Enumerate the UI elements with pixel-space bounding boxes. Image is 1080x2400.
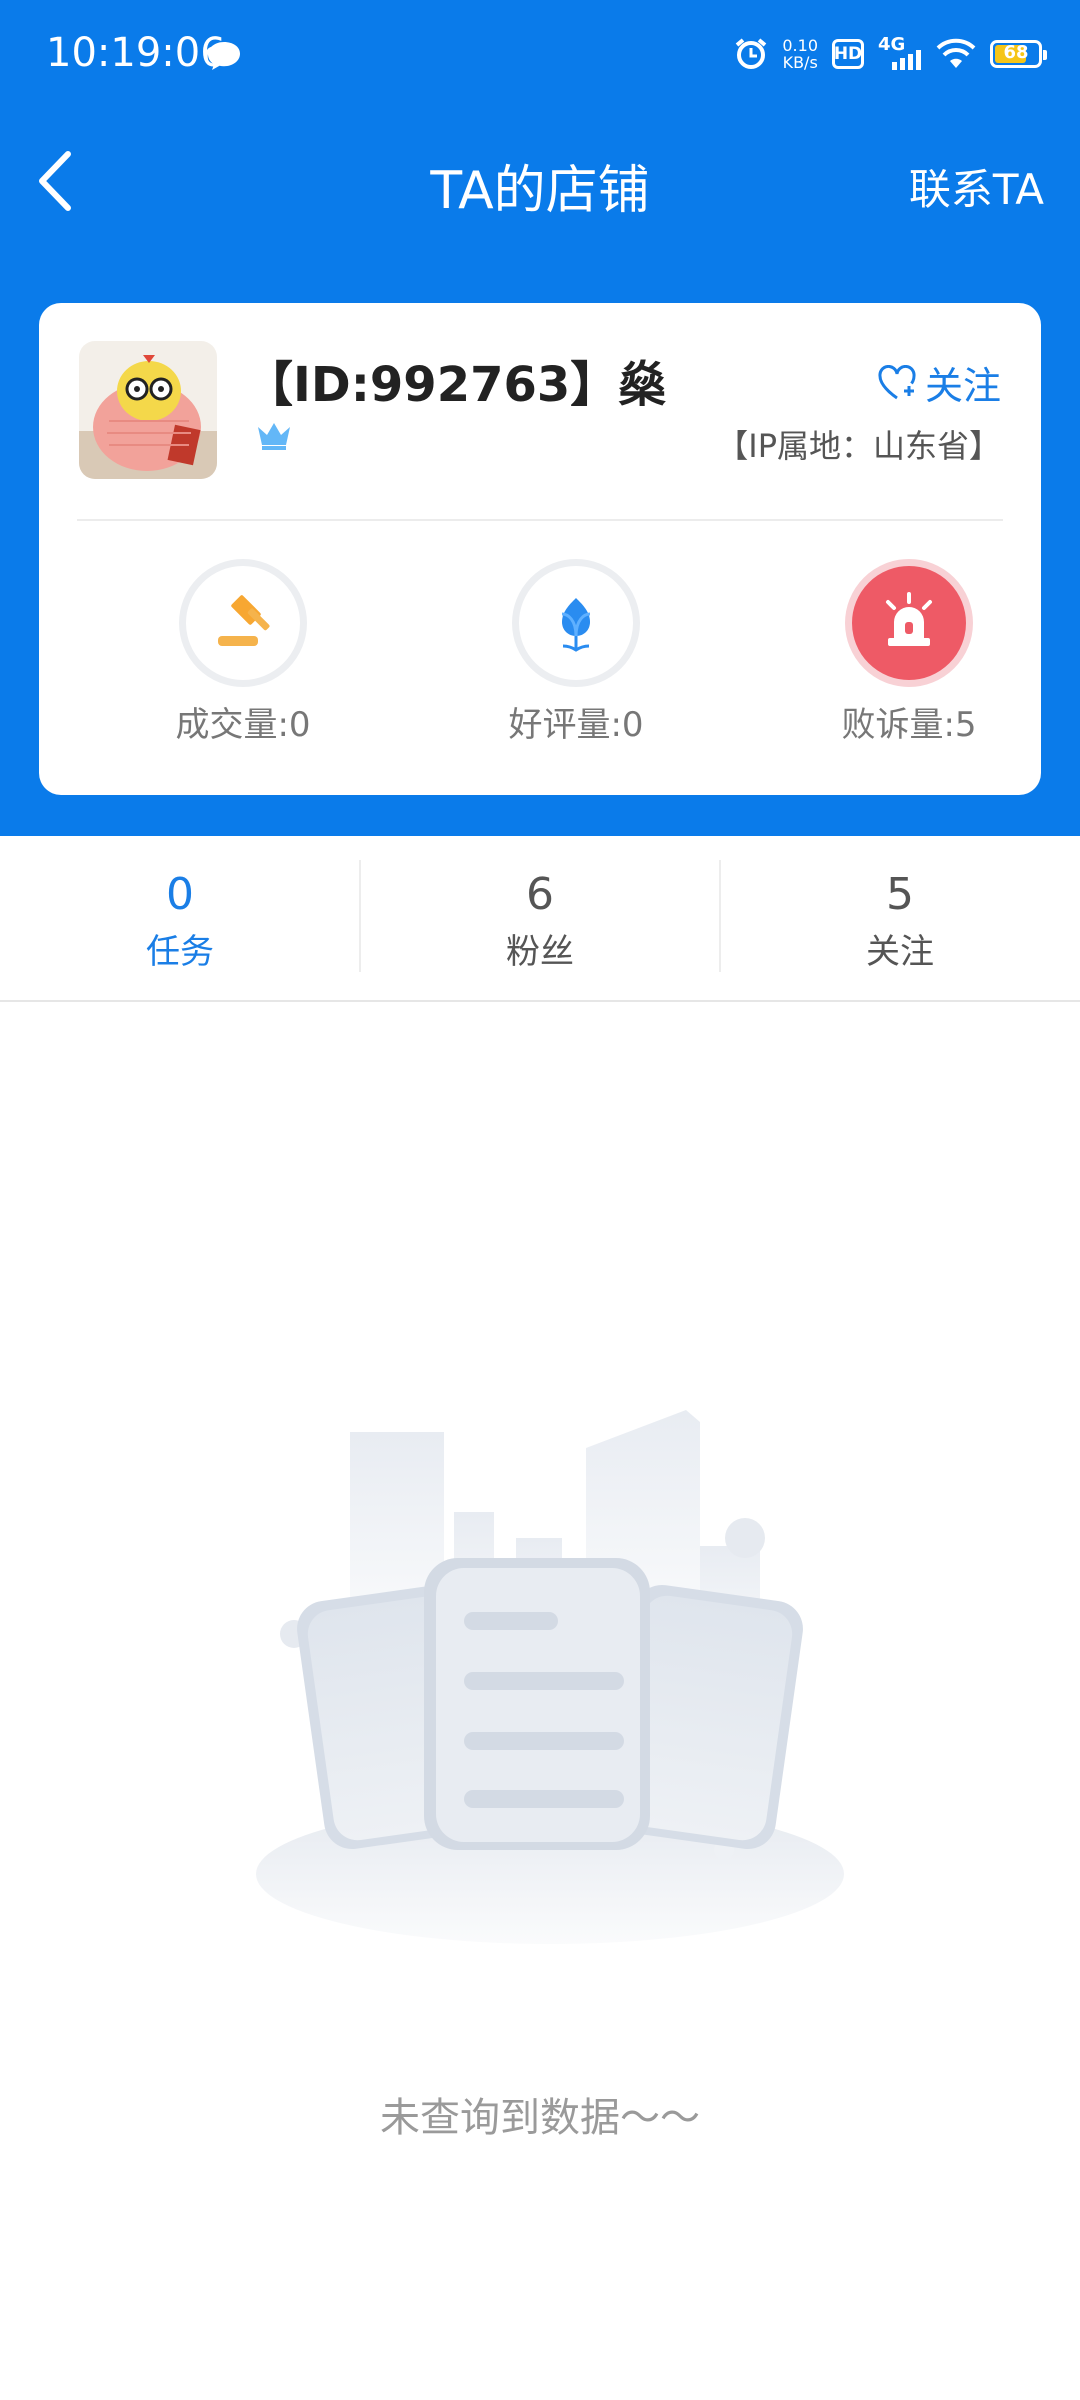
siren-icon (886, 592, 932, 646)
stat-lost-disputes-label: 败诉量:5 (841, 705, 977, 745)
stat-good-reviews-label: 好评量:0 (508, 705, 644, 745)
tab-tasks-count: 0 (166, 869, 194, 920)
ip-location: 【IP属地：山东省】 (716, 427, 1001, 465)
empty-state-message: 未查询到数据～～ (380, 2095, 700, 2141)
empty-state-illustration (256, 1410, 844, 1944)
message-icon (208, 42, 240, 70)
tab-divider (359, 860, 361, 972)
status-time: 10:19:06 (46, 30, 226, 76)
alarm-icon (736, 38, 767, 69)
tab-fans[interactable]: 6 粉丝 (360, 836, 720, 1000)
shop-name: 【ID:992763】燊 (245, 357, 667, 413)
tab-following-count: 5 (886, 869, 914, 920)
tab-tasks[interactable]: 0 任务 (0, 836, 360, 1000)
battery-icon: 68 (990, 40, 1047, 68)
tab-bar: 0 任务 6 粉丝 5 关注 (0, 836, 1080, 1002)
heart-plus-icon (878, 364, 916, 399)
shop-card: 【ID:992763】燊 关注 【IP属地：山东省】 成交量:0 好评量:0 败… (39, 303, 1041, 795)
stat-deals[interactable]: 成交量:0 (133, 559, 353, 746)
hd-badge: HD (832, 39, 864, 69)
signal-icon: 4G (878, 34, 922, 74)
contact-button[interactable]: 联系TA (909, 156, 1044, 217)
tab-fans-label: 粉丝 (506, 932, 574, 972)
stat-good-reviews[interactable]: 好评量:0 (466, 559, 686, 746)
tab-tasks-label: 任务 (146, 932, 214, 972)
gavel-icon (218, 595, 270, 646)
follow-label: 关注 (924, 364, 1001, 408)
nav-bar: TA的店铺 联系TA (0, 116, 1080, 246)
avatar[interactable] (79, 341, 217, 479)
tab-following[interactable]: 5 关注 (720, 836, 1080, 1000)
card-divider (77, 519, 1003, 521)
status-bar: 10:19:06 0.10 KB/s HD 4G 68 (0, 0, 1080, 116)
tab-following-label: 关注 (866, 932, 934, 972)
crown-icon (258, 423, 290, 450)
follow-button[interactable]: 关注 (877, 355, 1001, 410)
tulip-icon (561, 598, 591, 652)
wifi-icon (936, 38, 976, 68)
tab-fans-count: 6 (526, 869, 554, 920)
net-speed: 0.10 KB/s (782, 36, 818, 72)
tab-divider (719, 860, 721, 972)
stat-lost-disputes[interactable]: 败诉量:5 (799, 559, 1019, 746)
stat-deals-label: 成交量:0 (175, 705, 311, 745)
